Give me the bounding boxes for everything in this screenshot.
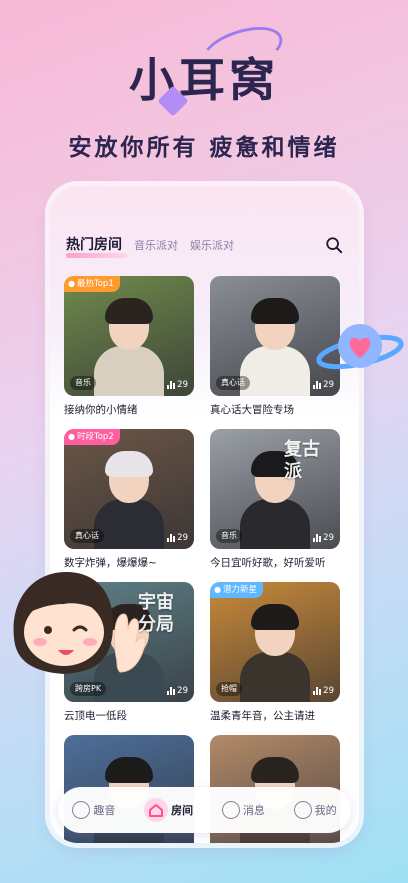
listener-count: 29	[167, 686, 188, 696]
listener-count-value: 29	[177, 380, 188, 390]
tab-music-party[interactable]: 音乐派对	[134, 237, 178, 254]
rank-badge: ● 潜力新星	[210, 582, 263, 598]
room-card[interactable]: ● 潜力新星抢帽 29 温柔青年音，公主请进	[210, 582, 340, 723]
room-category-tag: 音乐	[70, 376, 96, 390]
cover-overlay-text: 复古派	[284, 439, 320, 482]
listener-count-value: 29	[323, 686, 334, 696]
cat-face-icon	[293, 801, 312, 819]
room-title: 温柔青年音，公主请进	[210, 710, 315, 722]
room-category-tag: 真心话	[70, 529, 104, 543]
room-title: 云顶电一低段	[64, 710, 127, 722]
rank-badge-label: 最热Top1	[76, 279, 114, 289]
room-category-tag: 音乐	[216, 529, 242, 543]
rank-badge-label: 时段Top2	[76, 432, 114, 442]
nav-item-quyin[interactable]: 趣音	[72, 801, 115, 819]
listener-count-value: 29	[323, 533, 334, 543]
room-title: 真心话大冒险专场	[210, 404, 294, 416]
listener-count: 29	[313, 686, 334, 696]
audio-bars-icon	[313, 687, 322, 695]
room-card[interactable]: ● 时段Top2 真心话 29 数字炸弹，爆爆爆~	[64, 429, 194, 570]
rank-badge-label: 潜力新星	[222, 585, 257, 595]
rank-badge: ● 时段Top2	[64, 429, 120, 445]
nav-label: 我的	[314, 804, 337, 817]
room-card[interactable]: ● 最热Top1 音乐 29 接纳你的小情绪	[64, 276, 194, 417]
nav-item-rooms[interactable]: 房间	[144, 798, 193, 822]
audio-bars-icon	[313, 534, 322, 542]
flame-icon: ●	[68, 279, 75, 288]
music-note-icon	[72, 801, 91, 819]
room-cover-image: ● 潜力新星抢帽 29	[210, 582, 340, 702]
listener-count: 29	[167, 533, 188, 543]
audio-bars-icon	[167, 687, 176, 695]
flame-icon: ●	[68, 432, 75, 441]
room-cover-image: ● 最热Top1 音乐 29	[64, 276, 194, 396]
host-portrait	[240, 298, 310, 396]
audio-bars-icon	[167, 534, 176, 542]
bottom-nav: 趣音 房间 消息 我的	[58, 787, 351, 833]
host-portrait	[240, 604, 310, 702]
nav-label: 房间	[171, 804, 194, 817]
tab-fun-party[interactable]: 娱乐派对	[190, 237, 234, 254]
house-icon	[144, 798, 169, 822]
room-category-tag: 真心话	[216, 376, 250, 390]
audio-bars-icon	[313, 381, 322, 389]
host-portrait	[94, 298, 164, 396]
room-title: 今日宜听好歌，好听爱听	[210, 557, 326, 569]
nav-label: 趣音	[93, 804, 116, 817]
room-category-tag: 抢帽	[216, 682, 242, 696]
host-portrait	[94, 451, 164, 549]
phone-mockup: 热门房间 音乐派对 娱乐派对 ● 最热Top1 音乐 29 接纳你的小情绪 真心话 29 真…	[50, 186, 359, 843]
heart-planet-icon	[316, 324, 404, 370]
room-title: 接纳你的小情绪	[64, 404, 138, 416]
tab-hot-rooms[interactable]: 热门房间	[66, 234, 128, 258]
listener-count-value: 29	[177, 533, 188, 543]
listener-count-value: 29	[177, 686, 188, 696]
listener-count: 29	[167, 380, 188, 390]
chat-bubble-icon	[221, 801, 240, 819]
nav-item-messages[interactable]: 消息	[221, 801, 265, 819]
room-card[interactable]: 复古派音乐 29 今日宜听好歌，好听爱听	[210, 429, 340, 570]
rank-badge: ● 最热Top1	[64, 276, 120, 292]
search-icon[interactable]	[325, 236, 343, 254]
room-cover-image: 复古派音乐 29	[210, 429, 340, 549]
nav-item-me[interactable]: 我的	[293, 801, 337, 819]
waving-girl-sticker-icon	[13, 572, 146, 674]
hero-subtitle: 安放你所有 疲惫和情绪	[68, 135, 340, 161]
listener-count: 29	[313, 533, 334, 543]
room-tabs: 热门房间 音乐派对 娱乐派对	[66, 234, 234, 258]
nav-label: 消息	[242, 804, 265, 817]
flame-icon: ●	[214, 585, 221, 594]
room-cover-image: ● 时段Top2 真心话 29	[64, 429, 194, 549]
audio-bars-icon	[167, 381, 176, 389]
